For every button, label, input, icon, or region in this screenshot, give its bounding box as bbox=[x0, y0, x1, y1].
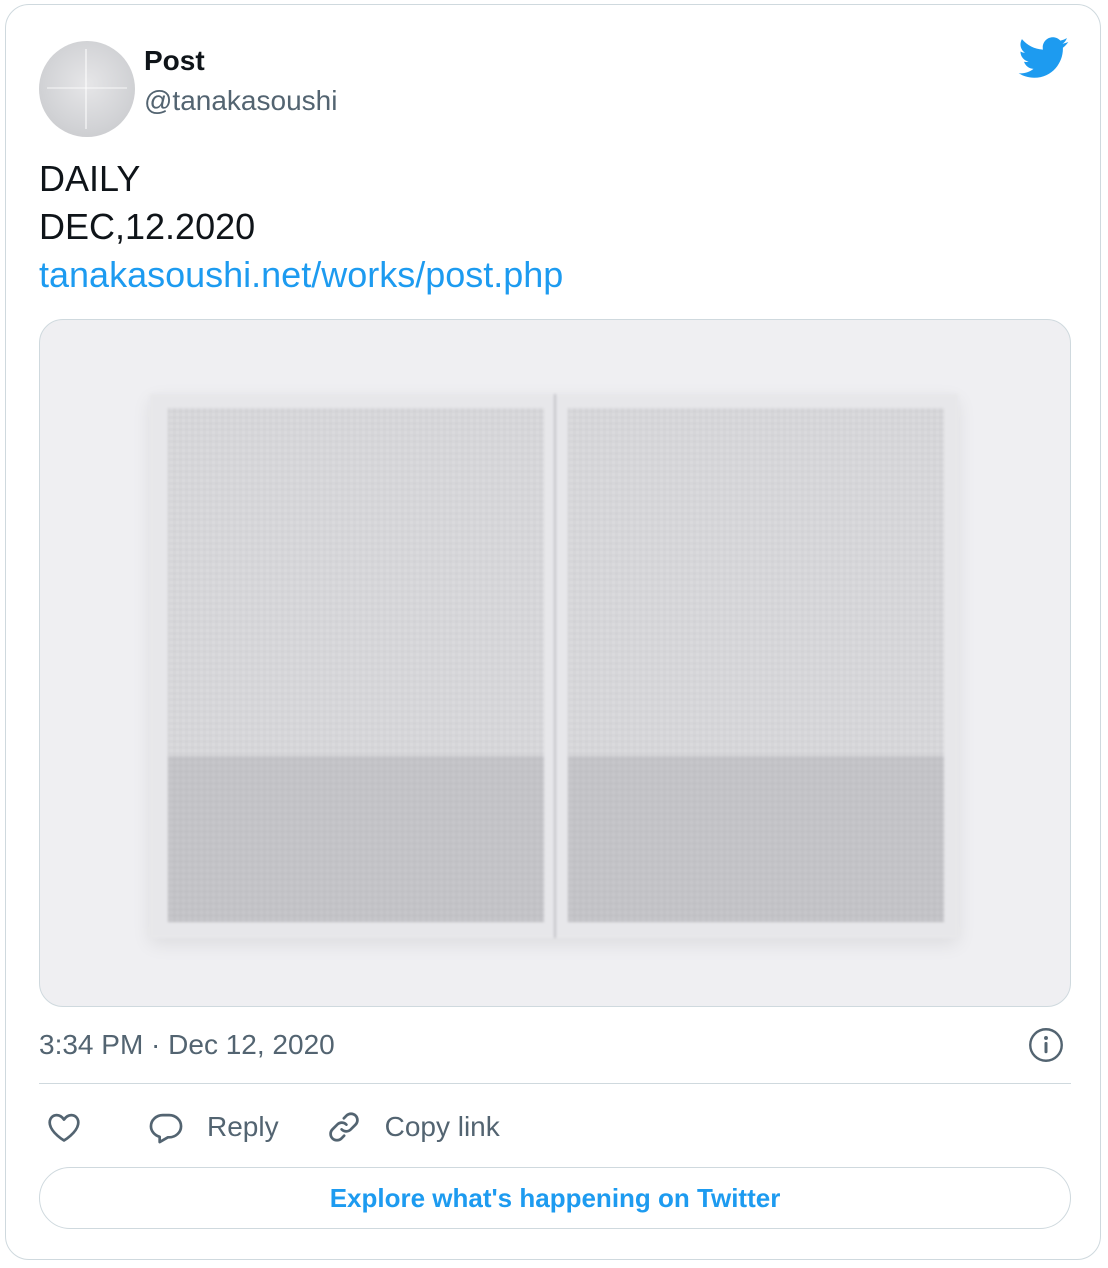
info-icon[interactable] bbox=[1028, 1027, 1064, 1063]
tweet-link[interactable]: tanakasoushi.net/works/post.php bbox=[39, 251, 563, 299]
action-bar: Reply Copy link bbox=[39, 1105, 500, 1149]
link-icon bbox=[328, 1112, 359, 1142]
speech-bubble-icon bbox=[149, 1113, 183, 1144]
tweet-text: DAILY DEC,12.2020 tanakasoushi.net/works… bbox=[39, 155, 563, 299]
tweet-line: DAILY bbox=[39, 158, 141, 199]
tweet-line: DEC,12.2020 bbox=[39, 206, 256, 247]
divider bbox=[39, 1083, 1071, 1084]
newspaper-page-right bbox=[568, 408, 944, 922]
heart-icon bbox=[48, 1113, 80, 1142]
reply-button[interactable]: Reply bbox=[147, 1108, 279, 1146]
twitter-bird-icon[interactable] bbox=[1018, 37, 1070, 79]
timestamp[interactable]: 3:34 PM · Dec 12, 2020 bbox=[39, 1027, 335, 1063]
author-name[interactable]: Post bbox=[144, 43, 205, 79]
author-handle[interactable]: @tanakasoushi bbox=[144, 83, 337, 119]
avatar[interactable] bbox=[39, 41, 135, 137]
explore-twitter-button[interactable]: Explore what's happening on Twitter bbox=[39, 1167, 1071, 1229]
copy-link-label: Copy link bbox=[384, 1111, 500, 1142]
copy-link-button[interactable]: Copy link bbox=[325, 1108, 500, 1146]
like-button[interactable] bbox=[45, 1108, 83, 1146]
newspaper-photo bbox=[150, 394, 958, 938]
tweet-card: Post @tanakasoushi DAILY DEC,12.2020 tan… bbox=[5, 4, 1101, 1260]
tweet-media-image[interactable] bbox=[39, 319, 1071, 1007]
reply-label: Reply bbox=[207, 1111, 279, 1142]
newspaper-page-left bbox=[168, 408, 544, 922]
